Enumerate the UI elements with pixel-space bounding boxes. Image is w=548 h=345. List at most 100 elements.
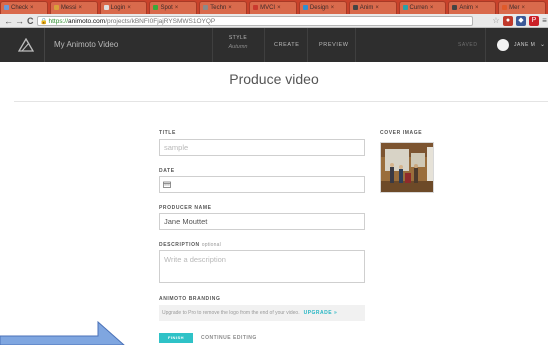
calendar-icon[interactable] [163, 181, 171, 188]
screen: Check × Messi × Login × Spot × Techn × MVCI × Design… [0, 0, 548, 345]
header-divider [355, 28, 356, 62]
arrow-annotation-icon [0, 320, 125, 345]
url-path: /projects/kBNFI0FjajRYSMWS1OYQP [105, 18, 216, 25]
close-icon[interactable]: × [127, 5, 131, 11]
tab-label: Messi [60, 5, 77, 11]
browser-tab[interactable]: Techn × [199, 1, 248, 14]
description-input[interactable] [159, 250, 365, 283]
tab-favicon-icon [103, 4, 109, 10]
branding-label: ANIMOTO BRANDING [159, 296, 221, 302]
producer-label: PRODUCER NAME [159, 205, 212, 211]
animoto-logo-icon[interactable] [18, 38, 34, 52]
branding-notice: Upgrade to Pro to remove the logo from t… [159, 305, 365, 321]
header-divider [212, 28, 213, 62]
url-host: animoto.com [68, 18, 106, 25]
browser-tab[interactable]: MVCI × [249, 1, 297, 14]
header-divider [44, 28, 45, 62]
extension-icon[interactable]: ● [503, 16, 513, 26]
tab-label: Anim [359, 5, 374, 11]
continue-editing-link[interactable]: CONTINUE EDITING [201, 333, 257, 343]
reload-icon[interactable]: C [27, 15, 34, 27]
star-icon[interactable]: ☆ [491, 16, 501, 26]
date-label: DATE [159, 168, 175, 174]
tab-favicon-icon [502, 4, 508, 10]
page-title: Produce video [229, 71, 319, 87]
close-icon[interactable]: × [228, 5, 232, 11]
header-divider [264, 28, 265, 62]
producer-input[interactable] [159, 213, 365, 230]
url-scheme: https:// [48, 18, 68, 25]
header-divider [307, 28, 308, 62]
lock-icon: 🔒 [40, 19, 48, 25]
tab-favicon-icon [4, 4, 9, 10]
tab-favicon-icon [203, 4, 209, 10]
address-bar[interactable]: 🔒https://animoto.com/projects/kBNFI0Fjaj… [37, 16, 473, 26]
style-value: Autumn [228, 44, 248, 50]
browser-tab[interactable]: Curren × [398, 1, 447, 14]
extension-icon[interactable]: ◆ [516, 16, 526, 26]
tab-label: Mer [509, 5, 520, 11]
tab-label: Anim [459, 5, 474, 11]
date-input[interactable] [159, 176, 365, 193]
browser-toolbar: ← → C 🔒https://animoto.com/projects/kBNF… [0, 14, 548, 28]
optional-hint: optional [201, 242, 221, 248]
style-label: STYLE [228, 35, 248, 41]
header-divider [485, 28, 486, 62]
browser-tab[interactable]: Messi × [49, 1, 98, 14]
description-label: DESCRIPTION optional [159, 242, 221, 248]
tab-favicon-icon [352, 4, 358, 10]
cover-image-label: COVER IMAGE [380, 130, 423, 136]
app-header: My Animoto Video STYLE Autumn CREATE PRE… [0, 28, 548, 62]
browser-tab[interactable]: Anim × [348, 1, 397, 14]
browser-tab[interactable]: Anim × [448, 1, 497, 14]
browser-tab[interactable]: Spot × [149, 1, 198, 14]
browser-tab[interactable]: Login × [99, 1, 148, 14]
tab-label: MVCI [260, 5, 276, 11]
create-tab[interactable]: CREATE [274, 28, 300, 62]
user-menu[interactable]: JANE M [514, 28, 535, 62]
tab-label: Design [309, 5, 329, 11]
browser-tab[interactable]: Mer × [498, 1, 546, 14]
chevron-down-icon[interactable]: ⌄ [540, 41, 545, 48]
tab-label: Techn [210, 5, 227, 11]
preview-tab[interactable]: PREVIEW [319, 28, 349, 62]
title-label: TITLE [159, 130, 176, 136]
tab-label: Check [11, 5, 29, 11]
upgrade-link[interactable]: UPGRADE » [304, 310, 338, 316]
finish-button[interactable]: FINISH [159, 333, 193, 343]
cover-image-thumbnail[interactable] [380, 142, 434, 193]
close-icon[interactable]: × [430, 5, 434, 11]
saved-status: SAVED [458, 42, 478, 48]
close-icon[interactable]: × [277, 5, 281, 11]
close-icon[interactable]: × [30, 5, 34, 11]
close-icon[interactable]: × [78, 5, 82, 11]
tab-favicon-icon [302, 4, 308, 10]
close-icon[interactable]: × [375, 5, 379, 11]
close-icon[interactable]: × [522, 5, 526, 11]
tab-label: Curren [409, 5, 428, 11]
avatar[interactable] [497, 39, 509, 51]
pinterest-icon[interactable]: P [529, 16, 539, 26]
tab-label: Login [110, 5, 126, 11]
forward-icon[interactable]: → [15, 15, 24, 27]
project-title[interactable]: My Animoto Video [54, 28, 118, 62]
back-icon[interactable]: ← [4, 15, 13, 27]
cover-photo-icon [381, 143, 433, 192]
browser-tab[interactable]: Design × [298, 1, 347, 14]
browser-tab[interactable]: Check × [0, 1, 48, 14]
tab-favicon-icon [253, 4, 259, 10]
close-icon[interactable]: × [331, 5, 335, 11]
close-icon[interactable]: × [175, 5, 179, 11]
divider [14, 101, 548, 102]
tab-favicon-icon [402, 4, 408, 10]
menu-icon[interactable]: ≡ [541, 16, 548, 26]
description-label-text: DESCRIPTION [159, 242, 200, 248]
style-button[interactable]: STYLE Autumn [217, 34, 259, 51]
title-input[interactable] [159, 139, 365, 156]
tab-label: Spot [160, 5, 173, 11]
branding-text: Upgrade to Pro to remove the logo from t… [162, 310, 300, 316]
tab-favicon-icon [153, 4, 159, 10]
tab-favicon-icon [53, 4, 59, 10]
tab-favicon-icon [452, 4, 458, 10]
close-icon[interactable]: × [475, 5, 479, 11]
